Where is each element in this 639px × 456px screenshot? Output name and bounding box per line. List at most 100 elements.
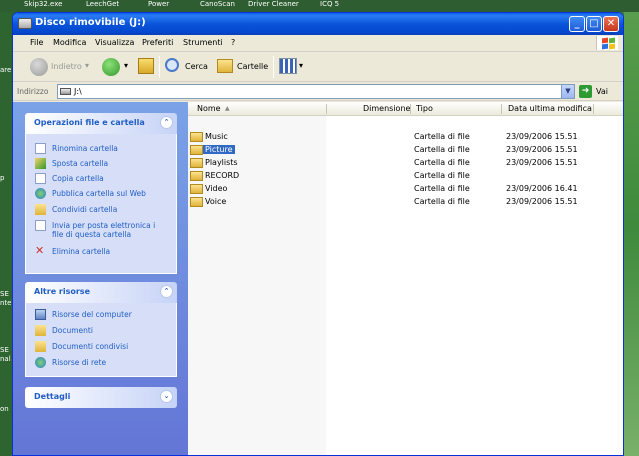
file-date: 23/09/2006 15.51 (506, 158, 578, 167)
menu-file[interactable]: File (30, 38, 43, 47)
views-icon[interactable] (279, 58, 297, 74)
tasks-panel-header[interactable]: Operazioni file e cartella ⌃ (25, 113, 177, 134)
maximize-button[interactable]: □ (586, 16, 602, 32)
column-separator[interactable] (501, 104, 502, 114)
views-dropdown-icon[interactable]: ▾ (299, 61, 303, 70)
menu-help[interactable]: ? (231, 38, 235, 47)
file-row[interactable]: Music Cartella di file 23/09/2006 15.51 (188, 131, 623, 144)
desktop-icon-label[interactable]: LeechGet (86, 0, 119, 8)
back-dropdown-icon[interactable]: ▾ (85, 61, 89, 70)
go-arrow-icon[interactable]: ➜ (579, 85, 592, 98)
back-button[interactable]: Indietro (51, 62, 82, 71)
desktop-right-strip (624, 0, 639, 456)
go-button[interactable]: Vai (596, 87, 608, 96)
expand-icon[interactable]: ⌄ (160, 390, 173, 403)
back-icon[interactable] (30, 58, 48, 76)
web-icon (35, 188, 46, 199)
task-label: Invia per posta elettronica i (52, 221, 156, 230)
close-button[interactable]: ✕ (603, 16, 619, 32)
desktop-left-label: p (0, 174, 5, 182)
file-name: Picture (203, 145, 235, 154)
forward-dropdown-icon[interactable]: ▾ (124, 61, 128, 70)
desktop-icon-label[interactable]: Skip32.exe (24, 0, 62, 8)
folder-icon (190, 184, 203, 194)
menu-strumenti[interactable]: Strumenti (183, 38, 223, 47)
desktop-icon-labels: Skip32.exe LeechGet Power CanoScan Drive… (0, 0, 639, 12)
window-title: Disco rimovibile (J:) (35, 17, 146, 28)
desktop-icon-label[interactable]: CanoScan (200, 0, 235, 8)
file-row[interactable]: Voice Cartella di file 23/09/2006 15.51 (188, 196, 623, 209)
file-type: Cartella di file (414, 158, 470, 167)
menu-bar: File Modifica Visualizza Preferiti Strum… (13, 35, 623, 52)
file-name: Video (205, 184, 228, 193)
menu-visualizza[interactable]: Visualizza (95, 38, 134, 47)
network-icon (35, 357, 46, 368)
other-panel-title: Altre risorse (34, 287, 90, 296)
tasks-panel: Operazioni file e cartella ⌃ Rinomina ca… (25, 113, 177, 274)
folders-button[interactable]: Cartelle (237, 62, 268, 71)
file-name: Voice (205, 197, 227, 206)
search-button[interactable]: Cerca (185, 62, 208, 71)
file-row[interactable]: RECORD Cartella di file (188, 170, 623, 183)
file-type: Cartella di file (414, 184, 470, 193)
collapse-icon[interactable]: ⌃ (160, 116, 173, 129)
computer-icon (35, 309, 46, 320)
file-date: 23/09/2006 16.41 (506, 184, 578, 193)
file-row[interactable]: Video Cartella di file 23/09/2006 16.41 (188, 183, 623, 196)
menu-preferiti[interactable]: Preferiti (142, 38, 173, 47)
column-type[interactable]: Tipo (416, 104, 433, 113)
file-row[interactable]: Picture Cartella di file 23/09/2006 15.51 (188, 144, 623, 157)
details-panel-title: Dettagli (34, 392, 71, 401)
column-separator[interactable] (410, 104, 411, 114)
folder-icon (190, 145, 203, 155)
folder-icon (190, 197, 203, 207)
desktop-left-label: SE (0, 290, 9, 298)
link-label: Risorse del computer (52, 310, 132, 319)
column-header-row: Nome ▲ Dimensione Tipo Data ultima modif… (188, 102, 623, 116)
file-name: Music (205, 132, 228, 141)
other-panel-header[interactable]: Altre risorse ⌃ (25, 282, 177, 303)
column-separator[interactable] (326, 104, 327, 114)
sort-ascending-icon: ▲ (225, 105, 230, 112)
file-name: Playlists (205, 158, 238, 167)
file-type: Cartella di file (414, 132, 470, 141)
title-bar[interactable]: Disco rimovibile (J:) _ □ ✕ (13, 13, 623, 35)
shared-folder-icon (35, 341, 46, 352)
drive-icon (60, 88, 71, 95)
column-size[interactable]: Dimensione (363, 104, 410, 113)
task-label: Rinomina cartella (52, 144, 118, 153)
tasks-panel-body: Rinomina cartella Sposta cartella Copia … (25, 134, 177, 274)
file-date: 23/09/2006 15.51 (506, 197, 578, 206)
address-dropdown-icon[interactable]: ▼ (561, 85, 574, 98)
file-row[interactable]: Playlists Cartella di file 23/09/2006 15.5… (188, 157, 623, 170)
desktop-left-label: are (0, 66, 12, 74)
menu-modifica[interactable]: Modifica (53, 38, 86, 47)
column-name[interactable]: Nome (197, 104, 221, 113)
forward-icon[interactable] (102, 58, 120, 76)
desktop-icon-label[interactable]: ICQ 5 (320, 0, 339, 8)
windows-logo-icon (596, 36, 618, 50)
folder-icon (190, 132, 203, 142)
move-icon (35, 158, 46, 169)
desktop-icon-label[interactable]: Power (148, 0, 169, 8)
file-list[interactable]: Nome ▲ Dimensione Tipo Data ultima modif… (188, 102, 623, 455)
minimize-button[interactable]: _ (569, 16, 585, 32)
file-type: Cartella di file (414, 171, 470, 180)
folders-icon[interactable] (217, 59, 233, 73)
desktop-left-label: nal (0, 355, 11, 363)
copy-icon (35, 173, 46, 184)
column-date[interactable]: Data ultima modifica (508, 104, 592, 113)
up-folder-icon[interactable] (138, 58, 154, 74)
collapse-icon[interactable]: ⌃ (160, 285, 173, 298)
address-label: Indirizzo (17, 87, 49, 96)
folder-icon (190, 171, 203, 181)
details-panel-header[interactable]: Dettagli ⌄ (25, 387, 177, 408)
search-icon[interactable] (165, 58, 179, 72)
link-label: Documenti condivisi (52, 342, 129, 351)
column-separator[interactable] (593, 104, 594, 114)
address-field[interactable]: J:\ ▼ (57, 84, 575, 99)
toolbar: Indietro ▾ ▾ Cerca Cartelle ▾ (13, 52, 623, 82)
task-label: Condividi cartella (52, 205, 118, 214)
desktop-icon-label[interactable]: Driver Cleaner (248, 0, 299, 8)
documents-icon (35, 325, 46, 336)
